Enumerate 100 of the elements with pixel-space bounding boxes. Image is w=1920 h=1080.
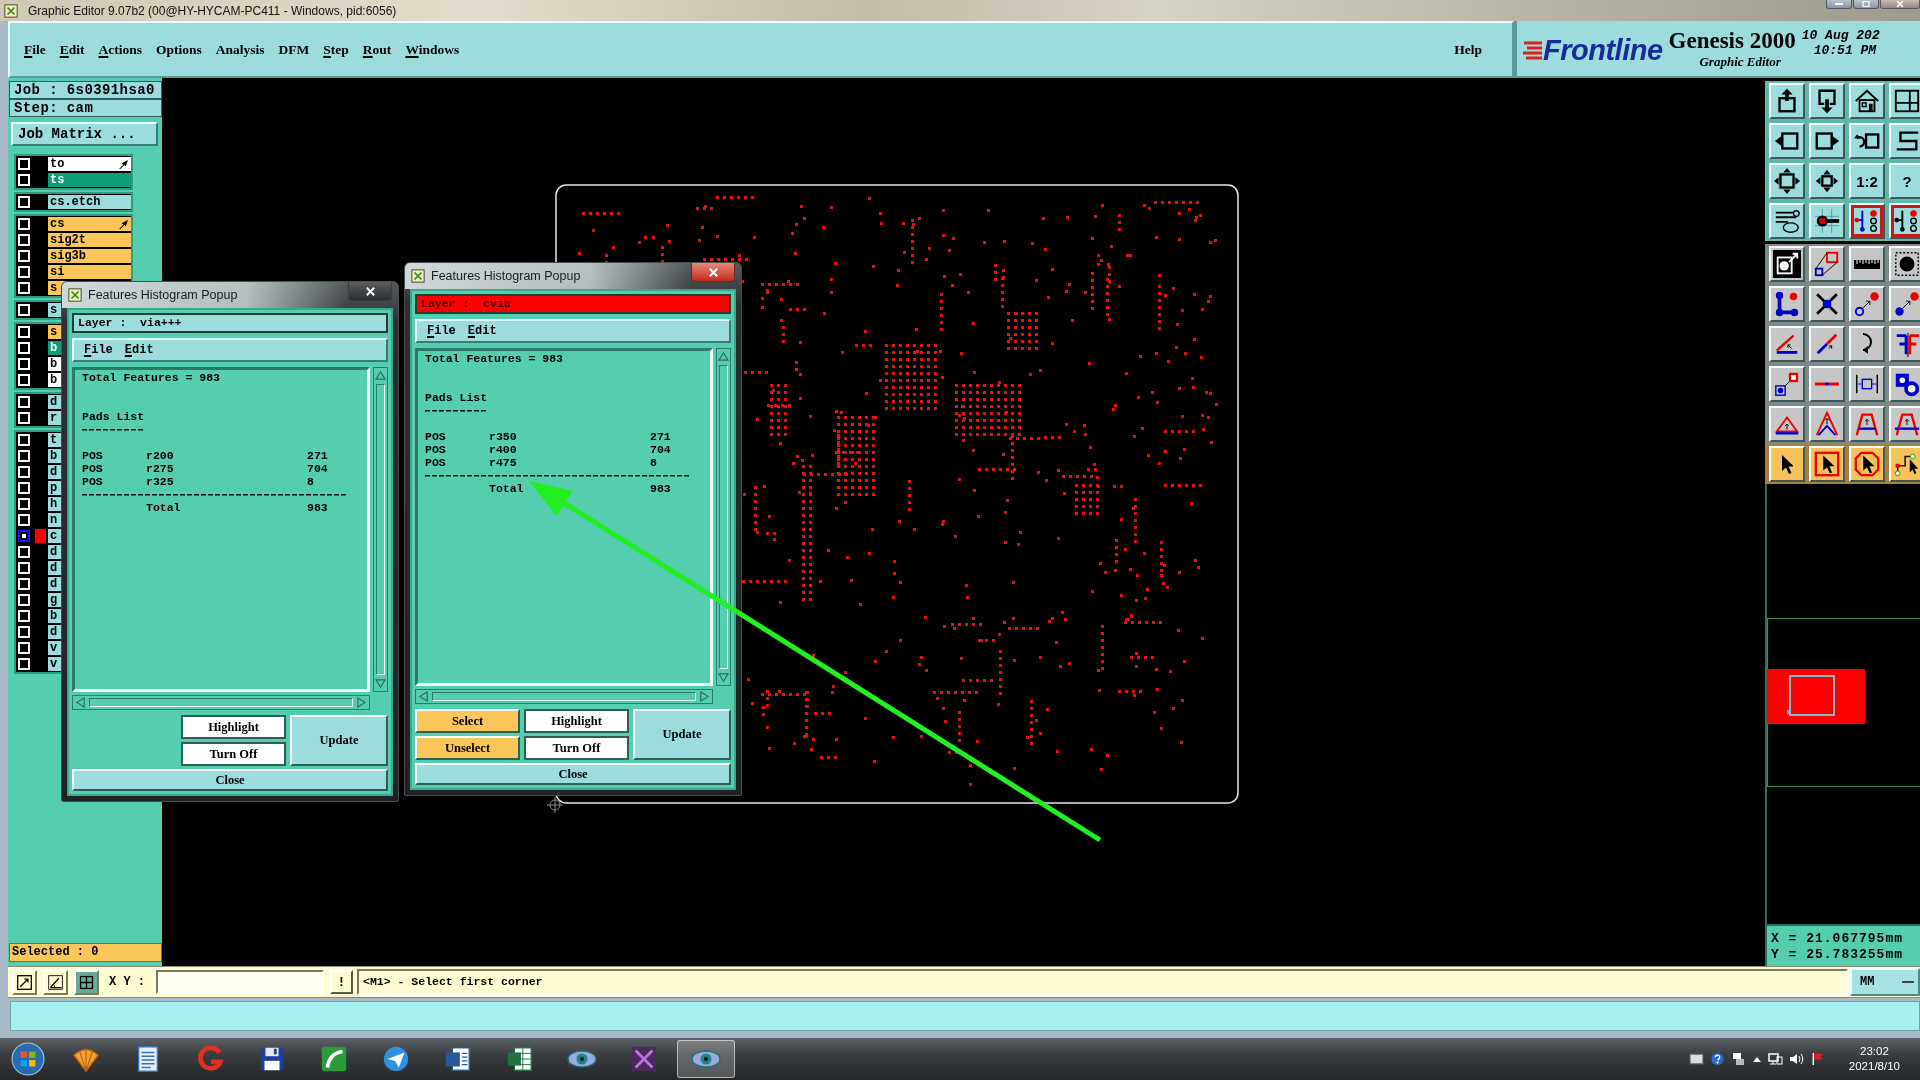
tool-button[interactable]: ? bbox=[1889, 163, 1920, 199]
layer-name[interactable]: d bbox=[48, 577, 58, 591]
tool-button[interactable] bbox=[1809, 203, 1845, 239]
menu-item[interactable]: Edit bbox=[124, 343, 154, 357]
scroll-right-icon[interactable] bbox=[699, 691, 710, 702]
tool-button[interactable] bbox=[1889, 123, 1920, 159]
tool-button[interactable] bbox=[1809, 246, 1845, 282]
popup-button[interactable]: Turn Off bbox=[181, 742, 286, 766]
tool-button[interactable] bbox=[1849, 366, 1885, 402]
popup-button[interactable]: Turn Off bbox=[524, 736, 629, 760]
menu-item[interactable]: Windows bbox=[405, 41, 460, 58]
tool-button[interactable] bbox=[1769, 326, 1805, 362]
execute-button[interactable]: ! bbox=[330, 970, 353, 994]
tool-button[interactable] bbox=[1769, 446, 1805, 482]
menu-item[interactable]: File bbox=[24, 41, 46, 58]
close-button[interactable] bbox=[1880, 0, 1920, 9]
vertical-scrollbar[interactable] bbox=[716, 348, 731, 686]
tool-button[interactable] bbox=[1809, 123, 1845, 159]
popup-button[interactable]: Update bbox=[290, 715, 388, 766]
tool-button[interactable] bbox=[1809, 446, 1845, 482]
minimize-button[interactable] bbox=[1826, 0, 1852, 9]
popup-button[interactable]: Close bbox=[415, 763, 731, 785]
layer-name[interactable]: c bbox=[48, 529, 58, 543]
menu-item[interactable]: File bbox=[427, 324, 456, 338]
popup-button[interactable]: Close bbox=[72, 769, 388, 791]
menu-item[interactable]: Rout bbox=[362, 41, 392, 58]
menu-item[interactable]: Options bbox=[156, 41, 202, 58]
layer-name[interactable]: d bbox=[48, 625, 58, 639]
help-icon[interactable] bbox=[1709, 1052, 1725, 1066]
tool-button[interactable] bbox=[1769, 203, 1805, 239]
stacked-windows-icon[interactable] bbox=[1730, 1052, 1746, 1066]
layer-name[interactable]: h bbox=[48, 497, 58, 511]
layer-name[interactable]: b bbox=[48, 609, 58, 623]
layer-name[interactable]: s bbox=[48, 325, 58, 339]
close-button[interactable] bbox=[691, 263, 735, 282]
menu-item[interactable]: File bbox=[84, 343, 113, 357]
layer-name[interactable]: b bbox=[48, 449, 58, 463]
tool-button[interactable] bbox=[1809, 286, 1845, 322]
layer-name[interactable]: b bbox=[48, 357, 58, 371]
tool-button[interactable] bbox=[1849, 246, 1885, 282]
command-button[interactable] bbox=[74, 969, 99, 995]
tool-button[interactable] bbox=[1889, 366, 1920, 402]
tool-button[interactable] bbox=[1849, 203, 1885, 239]
tool-button[interactable] bbox=[1889, 203, 1920, 239]
tool-button[interactable] bbox=[1769, 246, 1805, 282]
menu-item[interactable]: Step bbox=[323, 41, 349, 58]
menu-item[interactable]: DFM bbox=[278, 41, 310, 58]
tool-button[interactable] bbox=[1769, 366, 1805, 402]
tool-button[interactable] bbox=[1769, 83, 1805, 119]
menu-item[interactable]: Help bbox=[1454, 41, 1482, 58]
speaker-icon[interactable] bbox=[1788, 1052, 1804, 1066]
layer-name[interactable]: p bbox=[48, 481, 58, 495]
tool-button[interactable] bbox=[1769, 406, 1805, 442]
layer-name[interactable]: b bbox=[48, 373, 58, 387]
tool-button[interactable]: 1:2 bbox=[1849, 163, 1885, 199]
popup-button[interactable]: Highlight bbox=[524, 709, 629, 733]
scroll-up-icon[interactable] bbox=[718, 351, 729, 362]
menu-item[interactable]: Edit bbox=[467, 324, 497, 338]
close-button[interactable] bbox=[348, 282, 392, 301]
tool-button[interactable] bbox=[1809, 366, 1845, 402]
tool-button[interactable] bbox=[1889, 246, 1920, 282]
layer-name[interactable]: s bbox=[48, 281, 58, 295]
layer-name[interactable]: n bbox=[48, 513, 58, 527]
scroll-down-icon[interactable] bbox=[718, 672, 729, 683]
tool-button[interactable] bbox=[1849, 406, 1885, 442]
horizontal-scrollbar[interactable] bbox=[415, 689, 713, 704]
layer-name[interactable]: r bbox=[48, 411, 58, 425]
vertical-scrollbar[interactable] bbox=[373, 367, 388, 692]
popup-button[interactable]: Highlight bbox=[181, 715, 286, 739]
tool-button[interactable] bbox=[1849, 446, 1885, 482]
layer-name[interactable]: d bbox=[48, 395, 58, 409]
tool-button[interactable] bbox=[1809, 163, 1845, 199]
tool-button[interactable] bbox=[1849, 123, 1885, 159]
command-button[interactable] bbox=[43, 969, 68, 995]
tool-button[interactable] bbox=[1849, 286, 1885, 322]
tool-button[interactable] bbox=[1889, 446, 1920, 482]
layer-checkbox[interactable] bbox=[18, 530, 30, 542]
popup-button[interactable]: Unselect bbox=[415, 736, 520, 760]
network-icon[interactable] bbox=[1767, 1052, 1783, 1066]
scroll-left-icon[interactable] bbox=[418, 691, 429, 702]
tool-button[interactable] bbox=[1889, 326, 1920, 362]
window-icon[interactable] bbox=[1688, 1052, 1704, 1066]
menu-item[interactable]: Edit bbox=[59, 41, 85, 58]
tool-button[interactable] bbox=[1809, 326, 1845, 362]
layer-name[interactable]: s bbox=[48, 303, 58, 317]
layer-name[interactable]: d bbox=[48, 545, 58, 559]
menu-item[interactable]: Actions bbox=[98, 41, 143, 58]
layer-name[interactable]: v bbox=[48, 641, 58, 655]
tool-button[interactable] bbox=[1889, 83, 1920, 119]
popup-button[interactable]: Update bbox=[633, 709, 731, 760]
coordinate-input[interactable] bbox=[156, 970, 324, 994]
tool-button[interactable] bbox=[1849, 326, 1885, 362]
units-button[interactable]: MM bbox=[1850, 968, 1920, 996]
scroll-right-icon[interactable] bbox=[356, 697, 367, 708]
job-matrix-button[interactable]: Job Matrix ... bbox=[11, 122, 158, 146]
layer-name[interactable]: d bbox=[48, 561, 58, 575]
layer-name[interactable]: v bbox=[48, 657, 58, 671]
tool-button[interactable] bbox=[1769, 123, 1805, 159]
horizontal-scrollbar[interactable] bbox=[72, 695, 370, 710]
tool-button[interactable] bbox=[1809, 406, 1845, 442]
